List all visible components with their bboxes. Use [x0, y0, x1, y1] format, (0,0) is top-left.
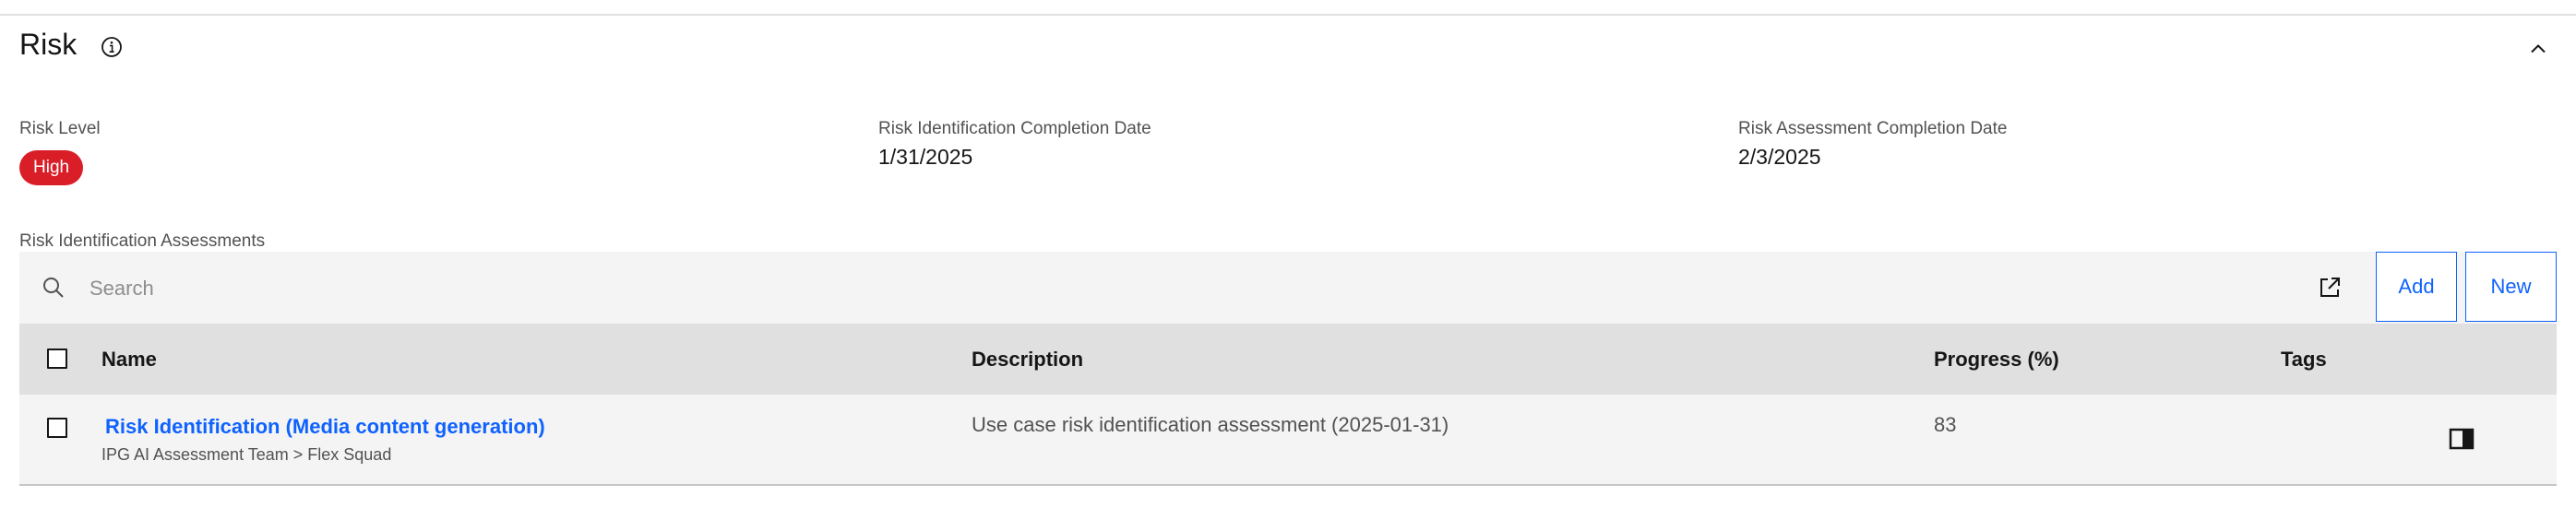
table-label: Risk Identification Assessments: [19, 231, 266, 251]
assessment-progress: 83: [1934, 413, 1957, 436]
assessment-name-link[interactable]: Risk Identification (Media content gener…: [105, 415, 545, 439]
table-toolbar: Add New: [19, 252, 2557, 325]
new-button[interactable]: New: [2465, 252, 2557, 322]
add-button[interactable]: Add: [2376, 252, 2457, 322]
assessment-date-label: Risk Assessment Completion Date: [1738, 119, 2008, 138]
identification-date-label: Risk Identification Completion Date: [878, 119, 1151, 138]
column-header-name[interactable]: Name: [101, 324, 157, 395]
chevron-up-icon[interactable]: [2526, 37, 2550, 61]
risk-level-label: Risk Level: [19, 119, 101, 138]
search-icon: [43, 278, 64, 298]
top-divider: [0, 14, 2576, 16]
table-header: Name Description Progress (%) Tags: [19, 324, 2557, 395]
assessment-date-value: 2/3/2025: [1738, 145, 1821, 169]
info-icon[interactable]: [100, 35, 124, 59]
side-panel-icon[interactable]: [2449, 428, 2475, 450]
section-title: Risk: [19, 28, 78, 61]
select-all-checkbox[interactable]: [47, 349, 67, 369]
column-header-progress[interactable]: Progress (%): [1934, 324, 2059, 395]
assessment-description: Use case risk identification assessment …: [972, 413, 1449, 436]
identification-date-value: 1/31/2025: [878, 145, 973, 169]
search-input[interactable]: [88, 252, 2287, 325]
row-checkbox[interactable]: [47, 418, 67, 438]
risk-level-badge: High: [19, 150, 84, 185]
table-row: Risk Identification (Media content gener…: [19, 395, 2557, 486]
assessment-owner: IPG AI Assessment Team > Flex Squad: [101, 445, 392, 464]
column-header-tags[interactable]: Tags: [2281, 324, 2327, 395]
column-header-description[interactable]: Description: [972, 324, 1083, 395]
launch-icon[interactable]: [2317, 275, 2343, 301]
